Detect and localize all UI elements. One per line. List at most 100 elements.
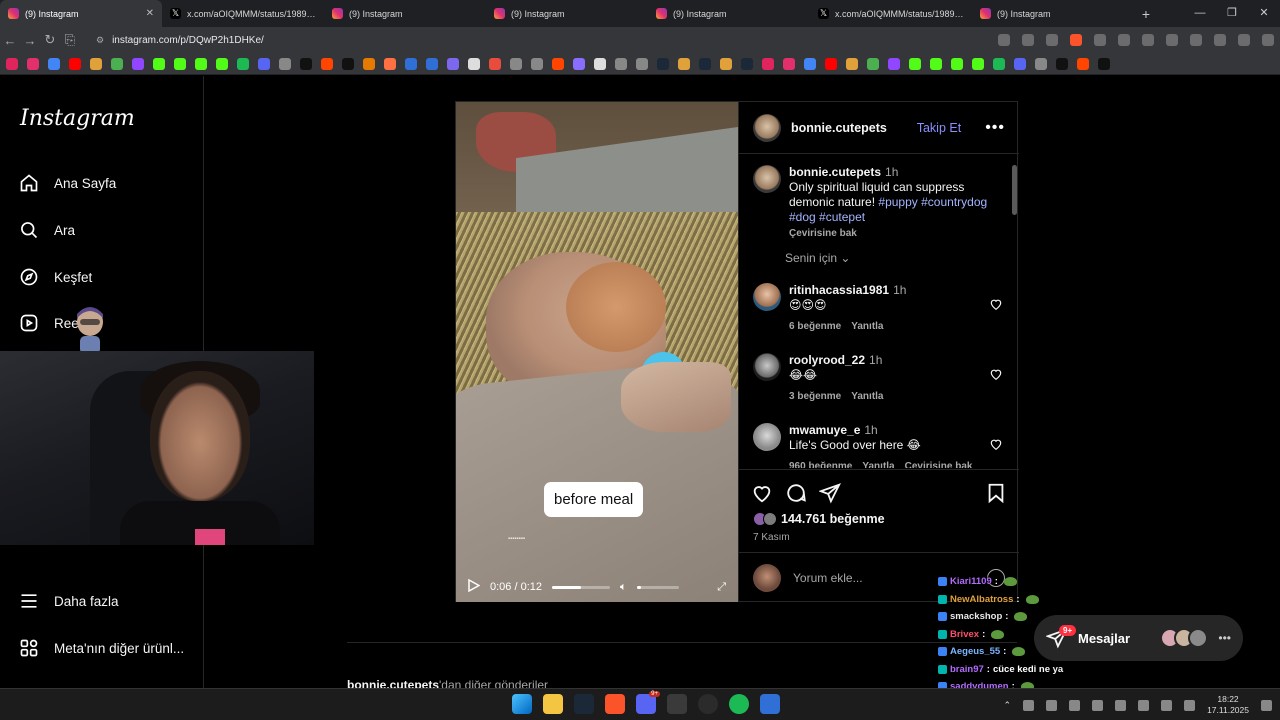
bookmark-favicon-icon[interactable] [1035,57,1047,70]
url-bar[interactable]: ⚙ instagram.com/p/DQwP2h1DHKe/ [88,30,988,50]
bookmark-favicon-icon[interactable] [636,57,648,70]
browser-tab[interactable]: (9) Instagram ✕ [0,0,162,27]
instagram-logo[interactable]: Instagram [20,106,135,131]
bookmark-favicon-icon[interactable] [1014,57,1026,70]
nav-more[interactable]: Daha fazla [18,590,119,612]
bookmark-favicon-icon[interactable] [531,57,543,70]
avatar[interactable] [753,353,781,381]
caption-username[interactable]: bonnie.cutepets [789,165,881,179]
brave-browser-icon[interactable] [605,694,625,714]
nav-meta-products[interactable]: Meta'nın diğer ürünl... [18,637,184,659]
site-settings-icon[interactable]: ⚙ [96,35,104,46]
follow-button[interactable]: Takip Et [917,121,961,135]
more-options-icon[interactable]: ••• [1218,631,1231,645]
browser-tab[interactable]: 𝕏 x.com/aOIQMMM/status/198958768 [162,0,324,27]
bookmark-favicon-icon[interactable] [930,57,942,70]
bookmark-favicon-icon[interactable] [657,57,669,70]
extension-icon[interactable] [1142,34,1154,46]
bookmark-favicon-icon[interactable] [6,57,18,70]
bookmark-favicon-icon[interactable] [426,57,438,70]
bookmark-favicon-icon[interactable] [888,57,900,70]
new-tab-button[interactable]: + [1134,6,1158,22]
bookmark-favicon-icon[interactable] [27,57,39,70]
bookmark-favicon-icon[interactable] [552,57,564,70]
fullscreen-icon[interactable]: ⤢ [717,581,726,594]
media-icon[interactable] [1238,34,1250,46]
tray-app-icon[interactable] [1046,699,1058,711]
bookmark-favicon-icon[interactable] [405,57,417,70]
tray-app-icon[interactable] [1092,699,1104,711]
bookmark-favicon-icon[interactable] [741,57,753,70]
avatar[interactable] [753,113,781,142]
like-comment-icon[interactable] [989,297,1003,311]
epic-games-icon[interactable] [667,694,687,714]
bookmark-favicon-icon[interactable] [1098,57,1110,70]
bookmark-favicon-icon[interactable] [993,57,1005,70]
bookmark-favicon-icon[interactable] [783,57,795,70]
volume-slider[interactable] [636,585,679,589]
bookmark-favicon-icon[interactable] [384,57,396,70]
bookmark-favicon-icon[interactable] [111,57,123,70]
microphone-icon[interactable] [1138,699,1150,711]
post-username[interactable]: bonnie.cutepets [791,121,887,135]
bookmark-favicon-icon[interactable] [594,57,606,70]
browser-menu-icon[interactable] [1262,34,1274,46]
bookmark-favicon-icon[interactable] [489,57,501,70]
volume-icon[interactable] [1184,699,1196,711]
bookmark-favicon-icon[interactable] [678,57,690,70]
like-icon[interactable] [751,482,773,504]
bookmark-favicon-icon[interactable] [573,57,585,70]
reply-button[interactable]: Yanıtla [851,389,883,404]
like-comment-icon[interactable] [989,437,1003,451]
bookmark-favicon-icon[interactable] [972,57,984,70]
steam-icon[interactable] [574,694,594,714]
bookmark-favicon-icon[interactable] [258,57,270,70]
bookmark-favicon-icon[interactable] [237,57,249,70]
spotify-icon[interactable] [729,694,749,714]
comment-likes[interactable]: 6 beğenme [789,319,841,334]
video-progress[interactable] [552,585,610,589]
bookmark-favicon-icon[interactable] [615,57,627,70]
sidebar-icon[interactable] [1214,34,1226,46]
messages-button[interactable]: Mesajlar ••• [1034,615,1243,661]
browser-tab[interactable]: 𝕏 x.com/aOIQMMM/status/198958768 [810,0,972,27]
bookmark-favicon-icon[interactable] [48,57,60,70]
maximize-icon[interactable]: ❐ [1216,0,1248,27]
comment-username[interactable]: mwamuye_e [789,423,860,437]
hashtag-link[interactable]: #cutepet [819,210,865,224]
see-translation-link[interactable]: Çevirisine bak [789,226,1003,241]
reload-icon[interactable]: ↻ [40,32,60,48]
extension-icon[interactable] [1118,34,1130,46]
comment-input[interactable]: Yorum ekle... [793,571,863,585]
save-icon[interactable] [985,482,1007,504]
likes-summary[interactable]: 144.761 beğenme [753,512,885,526]
like-comment-icon[interactable] [989,367,1003,381]
reply-button[interactable]: Yanıtla [862,459,894,468]
bookmark-favicon-icon[interactable] [174,57,186,70]
play-icon[interactable] [468,578,481,595]
bookmark-favicon-icon[interactable] [321,57,333,70]
bookmark-favicon-icon[interactable] [279,57,291,70]
browser-tab[interactable]: (9) Instagram [324,0,486,27]
nav-home[interactable]: Ana Sayfa [18,172,116,194]
start-menu-icon[interactable] [512,694,532,714]
bookmark-favicon-icon[interactable] [846,57,858,70]
minimize-icon[interactable]: — [1184,0,1216,27]
comment-username[interactable]: roolyrood_22 [789,353,865,367]
bookmark-favicon-icon[interactable] [762,57,774,70]
notification-icon[interactable] [1261,699,1272,711]
bookmark-favicon-icon[interactable] [825,57,837,70]
extension-icon[interactable] [1094,34,1106,46]
file-explorer-icon[interactable] [543,694,563,714]
hashtag-link[interactable]: #puppy [878,195,917,209]
bookmark-favicon-icon[interactable] [153,57,165,70]
bookmark-favicon-icon[interactable] [90,57,102,70]
nav-explore[interactable]: Keşfet [18,266,92,288]
bookmark-favicon-icon[interactable] [720,57,732,70]
zoom-icon[interactable] [1022,34,1034,46]
bookmark-favicon-icon[interactable] [300,57,312,70]
reply-button[interactable]: Yanıtla [851,319,883,334]
bookmark-favicon-icon[interactable] [1077,57,1089,70]
avatar[interactable] [753,423,781,451]
back-icon[interactable]: ← [0,33,20,48]
